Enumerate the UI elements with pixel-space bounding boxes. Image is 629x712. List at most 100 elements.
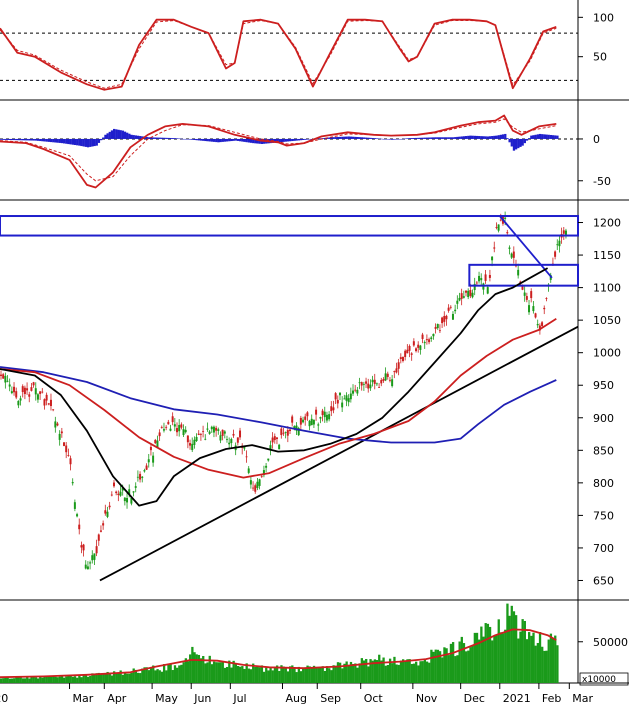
price-candle-body bbox=[252, 487, 255, 489]
macd-histogram-bar bbox=[245, 138, 248, 143]
macd-histogram-bar bbox=[417, 137, 420, 139]
volume-bar bbox=[41, 677, 44, 683]
price-candle-body bbox=[206, 428, 209, 430]
macd-histogram-bar bbox=[221, 138, 224, 142]
price-candle-body bbox=[134, 486, 137, 488]
price-candle-body bbox=[108, 505, 111, 508]
price-candle-body bbox=[462, 296, 465, 298]
volume-bar bbox=[34, 677, 38, 683]
volume-bar bbox=[262, 671, 266, 683]
macd-histogram-bar bbox=[17, 138, 20, 141]
volume-bar bbox=[154, 670, 157, 683]
price-candle-body bbox=[471, 292, 474, 298]
price-candle-body bbox=[56, 423, 59, 426]
volume-bar bbox=[0, 678, 3, 683]
volume-bar bbox=[204, 663, 207, 683]
volume-bar bbox=[491, 640, 494, 683]
macd-histogram-bar bbox=[82, 138, 85, 147]
macd-histogram-bar bbox=[443, 137, 446, 139]
price-candle-body bbox=[345, 395, 348, 401]
price-tick-label: 700 bbox=[593, 542, 614, 555]
volume-bar bbox=[52, 676, 55, 683]
price-candle-body bbox=[165, 426, 168, 428]
price-candle-body bbox=[430, 337, 433, 339]
macd-histogram-bar bbox=[299, 138, 303, 141]
macd-histogram-bar bbox=[110, 130, 114, 139]
price-candle-body bbox=[306, 412, 309, 417]
volume-bar bbox=[121, 674, 124, 683]
price-candle-body bbox=[136, 476, 139, 478]
macd-histogram-bar bbox=[232, 138, 235, 141]
macd-histogram-bar bbox=[247, 138, 251, 143]
volume-bar bbox=[497, 619, 500, 683]
macd-histogram-bar bbox=[130, 134, 133, 139]
price-tick-label: 1150 bbox=[593, 249, 621, 262]
volume-bar bbox=[2, 678, 5, 683]
macd-histogram-bar bbox=[462, 136, 466, 139]
volume-bar bbox=[421, 661, 424, 683]
volume-bar bbox=[56, 677, 59, 683]
price-candle-body bbox=[265, 465, 268, 468]
macd-histogram-bar bbox=[241, 138, 244, 142]
price-candle-body bbox=[360, 382, 363, 386]
price-candle-body bbox=[36, 394, 39, 400]
macd-histogram-bar bbox=[4, 138, 7, 140]
price-candle-body bbox=[19, 398, 22, 401]
volume-bar bbox=[225, 666, 229, 683]
price-candle-body bbox=[65, 445, 68, 453]
volume-bar bbox=[469, 647, 472, 683]
volume-bar bbox=[215, 662, 218, 683]
macd-histogram-bar bbox=[41, 138, 44, 142]
macd-histogram-bar bbox=[449, 137, 453, 139]
macd-histogram-bar bbox=[93, 138, 96, 147]
price-candle-body bbox=[99, 530, 102, 532]
macd-histogram-bar bbox=[554, 135, 557, 139]
macd-histogram-bar bbox=[514, 138, 518, 150]
price-candle-body bbox=[417, 344, 420, 348]
volume-bar bbox=[532, 632, 535, 683]
macd-histogram-bar bbox=[467, 135, 470, 139]
price-candle-body bbox=[199, 434, 202, 435]
price-candle-body bbox=[349, 393, 352, 400]
macd-tick-label: -50 bbox=[593, 175, 611, 188]
price-candle-body bbox=[343, 398, 346, 400]
price-candle-body bbox=[2, 374, 5, 379]
volume-bar bbox=[380, 660, 383, 683]
volume-bar bbox=[410, 663, 413, 683]
volume-bar bbox=[293, 667, 296, 683]
price-candle-body bbox=[145, 465, 148, 470]
price-candle-body bbox=[232, 433, 235, 436]
price-candle-body bbox=[378, 386, 381, 388]
volume-bar bbox=[354, 663, 357, 683]
price-candle-body bbox=[317, 424, 320, 426]
price-candle-body bbox=[23, 387, 26, 395]
macd-histogram-bar bbox=[458, 136, 461, 139]
price-candle-body bbox=[86, 566, 89, 570]
volume-bar bbox=[517, 638, 520, 683]
volume-bar bbox=[60, 675, 64, 683]
volume-bar bbox=[332, 665, 335, 683]
volume-bar bbox=[139, 673, 142, 683]
volume-bar bbox=[108, 674, 111, 683]
volume-bar bbox=[21, 678, 25, 683]
volume-bar bbox=[169, 663, 172, 683]
macd-histogram-bar bbox=[0, 138, 3, 140]
macd-histogram-bar bbox=[108, 131, 111, 139]
price-candle-body bbox=[456, 300, 459, 304]
macd-histogram-bar bbox=[197, 138, 201, 141]
volume-bar bbox=[247, 668, 251, 683]
volume-bar bbox=[299, 671, 303, 683]
macd-histogram-bar bbox=[39, 138, 42, 142]
macd-histogram-bar bbox=[532, 135, 535, 139]
price-candle-body bbox=[323, 411, 326, 418]
price-candle-body bbox=[530, 291, 533, 299]
macd-histogram-bar bbox=[236, 138, 240, 141]
x-axis-tick-label: 20 bbox=[0, 692, 8, 705]
price-candle-body bbox=[421, 334, 424, 339]
macd-histogram-bar bbox=[217, 138, 220, 143]
macd-histogram-bar bbox=[132, 135, 135, 139]
price-candle-body bbox=[47, 403, 50, 405]
macd-histogram-bar bbox=[284, 138, 287, 142]
price-candle-body bbox=[106, 511, 109, 517]
macd-histogram-bar bbox=[115, 129, 118, 139]
